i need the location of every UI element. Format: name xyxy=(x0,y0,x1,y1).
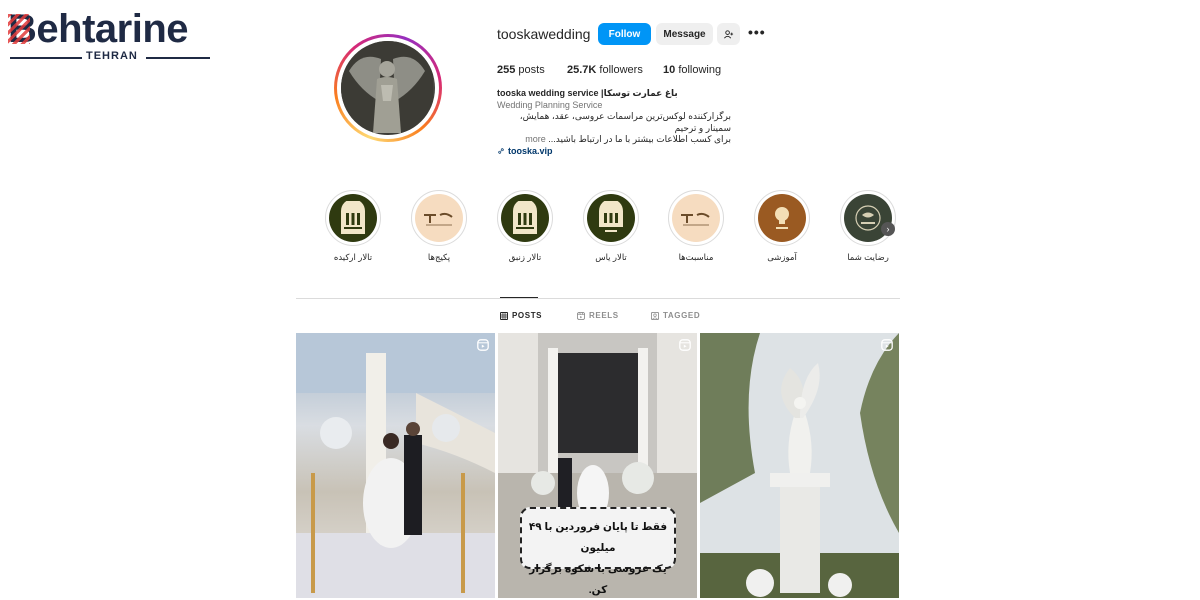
reels-icon xyxy=(577,311,585,320)
highlight-label: پکیج‌ها xyxy=(427,252,451,262)
follow-button[interactable]: Follow xyxy=(598,23,651,45)
bio-more-link[interactable]: more xyxy=(525,134,546,144)
highlight-label: مناسبت‌ها xyxy=(678,252,714,262)
profile-bio: tooska wedding service |باغ عمارت توسکا … xyxy=(497,88,737,157)
brand-logo: Behtarine TEHRAN xyxy=(8,8,213,63)
reel-indicator-icon xyxy=(881,339,893,351)
comment-icon xyxy=(855,205,881,231)
highlight-item[interactable]: آموزشی xyxy=(752,190,812,263)
highlight-cover xyxy=(587,194,635,242)
highlight-label: تالار یاس xyxy=(595,252,627,262)
tab-posts[interactable]: POSTS xyxy=(500,311,542,320)
stat-posts: 255 posts xyxy=(497,64,545,76)
profile-username: tooskawedding xyxy=(497,26,591,42)
post-thumbnail[interactable]: فقط تا پایان فروردین با ۴۹ میلیون یک عرو… xyxy=(498,333,697,598)
bio-name: tooska wedding service |باغ عمارت توسکا xyxy=(497,88,678,98)
logo-wordmark: Behtarine xyxy=(8,8,188,50)
reel-indicator-icon xyxy=(477,339,489,351)
logo-rule-right xyxy=(146,57,210,59)
halls-yas-icon xyxy=(599,201,623,232)
highlight-cover xyxy=(501,194,549,242)
highlight-label: آموزشی xyxy=(767,252,797,262)
lightbulb-icon xyxy=(775,207,789,229)
reel-indicator-icon xyxy=(679,339,691,351)
bio-category: Wedding Planning Service xyxy=(497,99,603,110)
promo-line-2: یک عروسی با شکوه برگزار کن. xyxy=(529,563,667,596)
profile-avatar xyxy=(341,41,435,135)
logo-rule-left xyxy=(10,57,82,59)
chevron-right-icon[interactable]: › xyxy=(881,222,895,236)
highlight-item[interactable]: مناسبت‌ها xyxy=(666,190,726,263)
ellipsis-icon[interactable]: ••• xyxy=(748,24,766,40)
angel-statue-garden-photo xyxy=(700,333,899,598)
halls-icon xyxy=(513,201,537,234)
highlight-item[interactable]: تالار یاس xyxy=(581,190,641,263)
tab-divider xyxy=(296,298,900,299)
halls-icon xyxy=(341,201,365,234)
bio-website-link[interactable]: tooska.vip xyxy=(497,146,737,158)
add-person-icon xyxy=(724,29,734,38)
tooska-logo-icon xyxy=(681,212,710,226)
active-tab-indicator xyxy=(500,297,538,298)
highlight-item[interactable]: تالار زنبق xyxy=(495,190,555,263)
post-thumbnail[interactable] xyxy=(700,333,899,598)
post-thumbnail[interactable] xyxy=(296,333,495,598)
profile-avatar-ring[interactable] xyxy=(334,34,442,142)
highlight-cover xyxy=(758,194,806,242)
highlight-cover xyxy=(329,194,377,242)
tab-tagged[interactable]: TAGGED xyxy=(651,311,700,320)
tagged-icon xyxy=(651,311,659,320)
highlight-label: رضایت شما xyxy=(847,252,889,262)
story-highlights: تالار ارکیده پکیج‌ها تالار زنبق تالار یا… xyxy=(320,190,900,270)
tooska-logo-icon xyxy=(424,212,453,226)
highlight-label: تالار ارکیده xyxy=(333,252,373,262)
tab-reels[interactable]: REELS xyxy=(577,311,619,320)
logo-subtitle: TEHRAN xyxy=(86,50,138,62)
highlight-label: تالار زنبق xyxy=(508,252,542,262)
stat-followers[interactable]: 25.7K followers xyxy=(567,64,643,76)
stat-following[interactable]: 10 following xyxy=(663,64,721,76)
promo-line-1: فقط تا پایان فروردین با ۴۹ میلیون xyxy=(528,521,668,554)
highlight-cover xyxy=(415,194,463,242)
promo-banner: فقط تا پایان فروردین با ۴۹ میلیون یک عرو… xyxy=(520,507,676,596)
logo-letter: B xyxy=(8,8,37,50)
message-button[interactable]: Message xyxy=(656,23,713,45)
highlight-cover xyxy=(672,194,720,242)
grid-icon xyxy=(500,311,508,320)
logo-word-rest: ehtarine xyxy=(36,7,188,51)
logo-accent-stripes xyxy=(8,14,30,44)
angel-statue-image xyxy=(341,41,433,133)
link-icon xyxy=(498,148,504,154)
bio-line-2: برای کسب اطلاعات بیشتر با ما در ارتباط ب… xyxy=(525,134,731,144)
highlight-item[interactable]: پکیج‌ها xyxy=(409,190,469,263)
highlight-item[interactable]: تالار ارکیده xyxy=(323,190,383,263)
bio-line-1: برگزارکننده لوکس‌ترین مراسمات عروسی، عقد… xyxy=(519,111,731,133)
suggested-accounts-button[interactable] xyxy=(717,23,740,45)
wedding-hall-photo xyxy=(296,333,495,598)
